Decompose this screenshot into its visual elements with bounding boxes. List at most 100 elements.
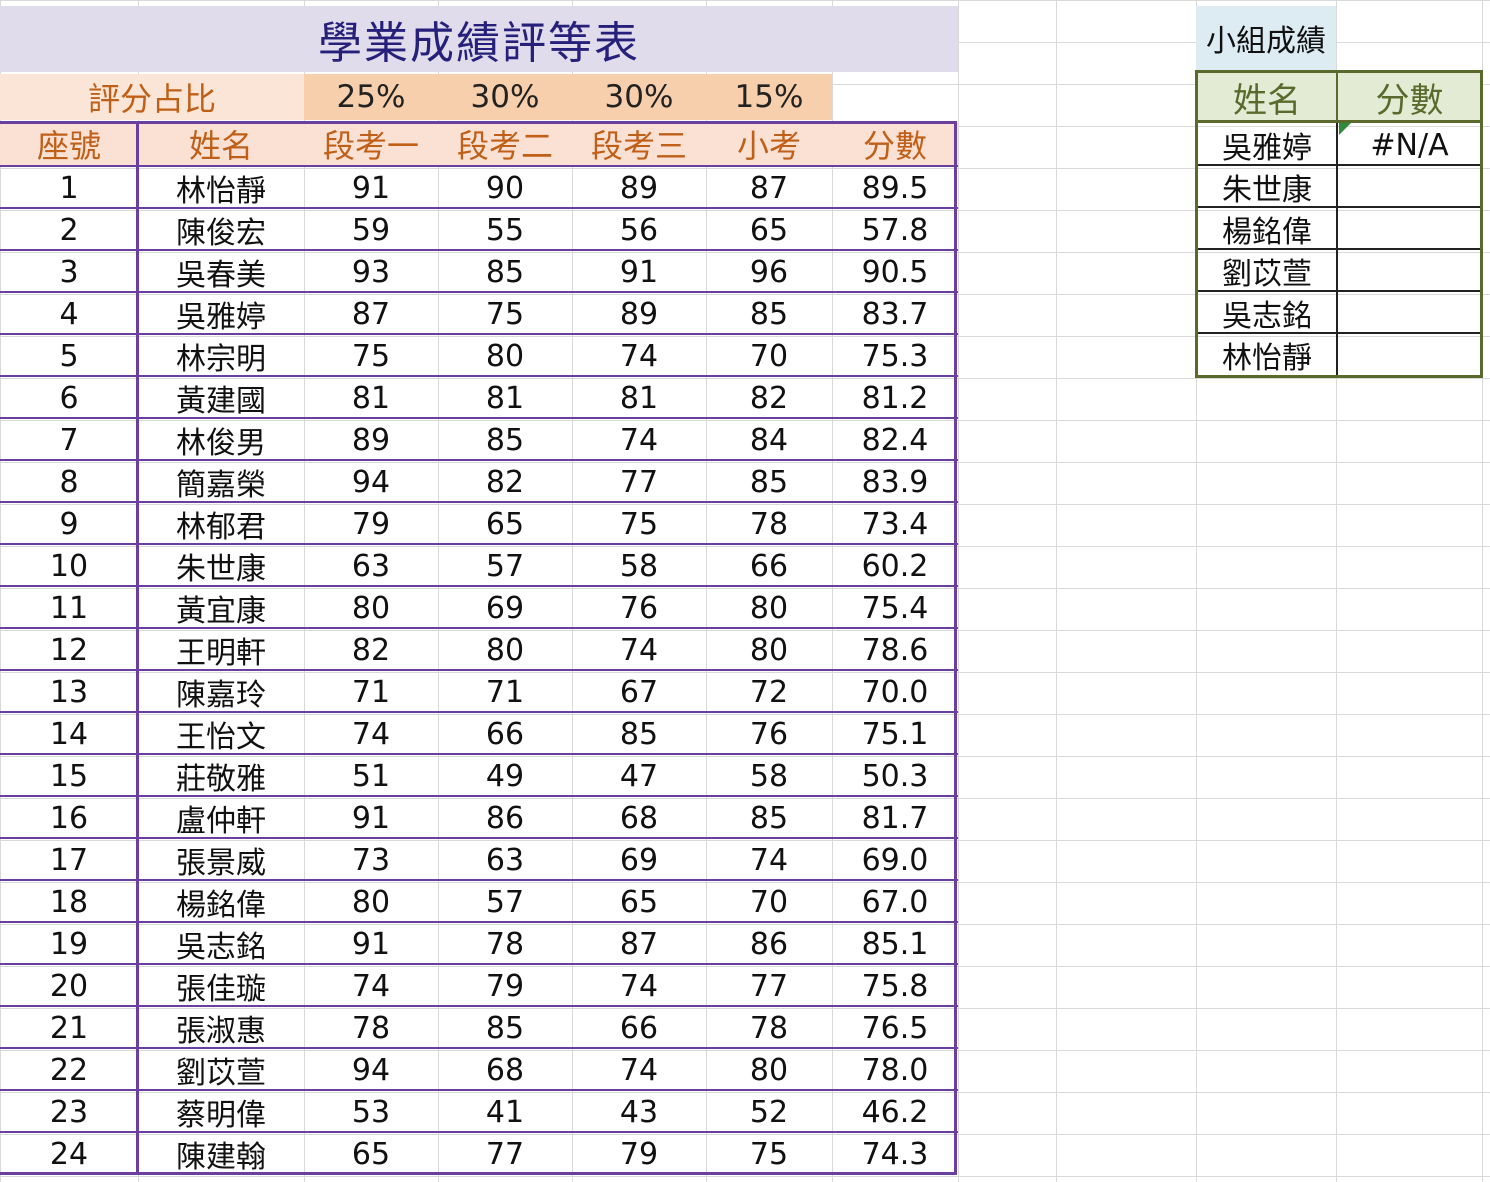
cell-exam3[interactable]: 91 [572,251,706,293]
cell-name[interactable]: 楊銘偉 [138,881,304,923]
cell-seat-no[interactable]: 19 [0,923,138,965]
group-cell-score[interactable] [1338,292,1481,334]
cell-quiz[interactable]: 80 [706,1049,832,1091]
weight-exam3-cell[interactable]: 30% [572,74,706,120]
cell-seat-no[interactable]: 14 [0,713,138,755]
cell-seat-no[interactable]: 13 [0,671,138,713]
cell-exam2[interactable]: 55 [438,209,572,251]
cell-exam1[interactable]: 91 [304,923,438,965]
cell-score[interactable]: 78.0 [832,1049,958,1091]
cell-exam3[interactable]: 66 [572,1007,706,1049]
header-name[interactable]: 姓名 [138,122,304,166]
cell-quiz[interactable]: 78 [706,503,832,545]
cell-quiz[interactable]: 80 [706,629,832,671]
cell-seat-no[interactable]: 16 [0,797,138,839]
cell-exam2[interactable]: 75 [438,293,572,335]
cell-exam3[interactable]: 69 [572,839,706,881]
cell-score[interactable]: 73.4 [832,503,958,545]
cell-exam2[interactable]: 90 [438,167,572,209]
cell-exam3[interactable]: 76 [572,587,706,629]
cell-score[interactable]: 75.8 [832,965,958,1007]
cell-name[interactable]: 簡嘉榮 [138,461,304,503]
cell-exam3[interactable]: 74 [572,629,706,671]
cell-name[interactable]: 盧仲軒 [138,797,304,839]
cell-score[interactable]: 89.5 [832,167,958,209]
header-exam2[interactable]: 段考二 [438,122,572,166]
cell-seat-no[interactable]: 2 [0,209,138,251]
cell-exam1[interactable]: 63 [304,545,438,587]
cell-quiz[interactable]: 70 [706,335,832,377]
cell-exam2[interactable]: 82 [438,461,572,503]
cell-exam1[interactable]: 78 [304,1007,438,1049]
cell-name[interactable]: 王明軒 [138,629,304,671]
cell-exam1[interactable]: 87 [304,293,438,335]
cell-seat-no[interactable]: 23 [0,1091,138,1133]
group-cell-name[interactable]: 朱世康 [1197,166,1337,208]
cell-name[interactable]: 林俊男 [138,419,304,461]
cell-seat-no[interactable]: 6 [0,377,138,419]
group-cell-score[interactable]: #N/A [1338,124,1481,166]
cell-name[interactable]: 張景威 [138,839,304,881]
group-cell-name[interactable]: 劉苡萱 [1197,250,1337,292]
cell-exam1[interactable]: 73 [304,839,438,881]
cell-exam3[interactable]: 85 [572,713,706,755]
cell-score[interactable]: 50.3 [832,755,958,797]
cell-score[interactable]: 75.4 [832,587,958,629]
cell-seat-no[interactable]: 12 [0,629,138,671]
cell-exam2[interactable]: 77 [438,1133,572,1175]
cell-exam1[interactable]: 89 [304,419,438,461]
cell-quiz[interactable]: 70 [706,881,832,923]
cell-quiz[interactable]: 85 [706,461,832,503]
cell-exam2[interactable]: 68 [438,1049,572,1091]
group-cell-name[interactable]: 吳志銘 [1197,292,1337,334]
weight-exam1-cell[interactable]: 25% [304,74,438,120]
cell-quiz[interactable]: 87 [706,167,832,209]
cell-score[interactable]: 67.0 [832,881,958,923]
cell-exam2[interactable]: 71 [438,671,572,713]
cell-exam2[interactable]: 41 [438,1091,572,1133]
cell-exam2[interactable]: 81 [438,377,572,419]
sheet-title[interactable]: 學業成績評等表 [0,6,958,72]
weight-quiz-cell[interactable]: 15% [706,74,832,120]
cell-exam1[interactable]: 93 [304,251,438,293]
header-score[interactable]: 分數 [832,122,958,166]
cell-seat-no[interactable]: 18 [0,881,138,923]
error-indicator-triangle-icon[interactable] [1339,123,1351,135]
cell-seat-no[interactable]: 21 [0,1007,138,1049]
cell-score[interactable]: 90.5 [832,251,958,293]
cell-seat-no[interactable]: 24 [0,1133,138,1175]
cell-exam1[interactable]: 94 [304,461,438,503]
cell-quiz[interactable]: 75 [706,1133,832,1175]
cell-score[interactable]: 83.9 [832,461,958,503]
cell-exam3[interactable]: 65 [572,881,706,923]
cell-exam2[interactable]: 80 [438,335,572,377]
cell-seat-no[interactable]: 3 [0,251,138,293]
cell-exam3[interactable]: 58 [572,545,706,587]
cell-exam3[interactable]: 74 [572,419,706,461]
cell-exam1[interactable]: 80 [304,587,438,629]
cell-name[interactable]: 林宗明 [138,335,304,377]
cell-quiz[interactable]: 65 [706,209,832,251]
cell-exam2[interactable]: 66 [438,713,572,755]
cell-name[interactable]: 朱世康 [138,545,304,587]
cell-name[interactable]: 張佳璇 [138,965,304,1007]
cell-exam1[interactable]: 79 [304,503,438,545]
cell-quiz[interactable]: 96 [706,251,832,293]
cell-exam2[interactable]: 85 [438,251,572,293]
cell-quiz[interactable]: 78 [706,1007,832,1049]
group-cell-score[interactable] [1338,334,1481,376]
cell-exam1[interactable]: 91 [304,167,438,209]
cell-name[interactable]: 蔡明偉 [138,1091,304,1133]
cell-seat-no[interactable]: 11 [0,587,138,629]
cell-seat-no[interactable]: 7 [0,419,138,461]
cell-exam3[interactable]: 74 [572,335,706,377]
cell-exam1[interactable]: 91 [304,797,438,839]
cell-score[interactable]: 83.7 [832,293,958,335]
cell-exam2[interactable]: 85 [438,1007,572,1049]
cell-exam3[interactable]: 68 [572,797,706,839]
cell-name[interactable]: 莊敬雅 [138,755,304,797]
cell-exam1[interactable]: 53 [304,1091,438,1133]
header-quiz[interactable]: 小考 [706,122,832,166]
cell-name[interactable]: 陳嘉玲 [138,671,304,713]
cell-exam3[interactable]: 47 [572,755,706,797]
